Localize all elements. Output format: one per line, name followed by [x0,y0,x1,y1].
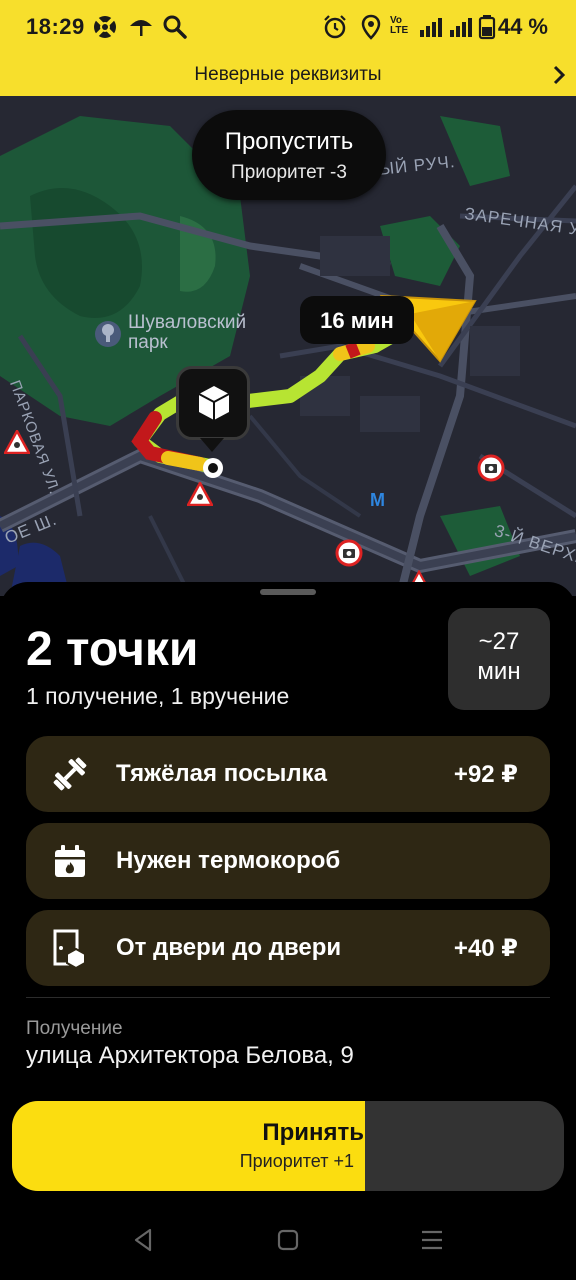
battery-percent: 44 % [497,14,548,39]
option-door-to-door[interactable]: От двери до двери +40 ₽ [26,910,550,986]
location-icon [361,14,381,40]
option-thermobox[interactable]: Нужен термокороб [26,823,550,899]
accept-priority: Приоритет +1 [239,1151,354,1171]
home-icon[interactable] [270,1222,306,1258]
skip-order-button[interactable]: Пропустить Приоритет -3 [192,110,386,200]
alarm-icon [324,15,346,39]
speed-camera-icon [477,454,505,482]
roadwork-sign-icon [187,482,213,506]
pin-pointer [200,438,224,452]
option-price: +92 ₽ [453,761,518,788]
battery-icon [478,15,496,40]
map-view[interactable]: M Шуваловский парк ЗАРЕЧНАЯ УЛ. ПАРКОВАЯ… [0,96,576,596]
order-sheet: 2 точки 1 получение, 1 вручение ~27 мин … [0,582,576,1280]
park-label-line2: парк [128,332,168,353]
option-label: Тяжёлая посылка [116,760,327,787]
order-subtitle: 1 получение, 1 вручение [26,683,290,709]
thermobox-icon [55,845,85,877]
skip-label: Пропустить [224,128,354,155]
time-value: ~27 [478,628,520,655]
banner-text: Неверные реквизиты [194,64,382,85]
status-time: 18:29 [26,14,85,39]
option-price: +40 ₽ [453,935,518,962]
chevron-right-icon [553,65,566,85]
pickup-label: Получение [26,1018,123,1039]
back-icon[interactable] [126,1222,162,1258]
park-label-line1: Шуваловский [128,312,247,333]
svg-text:M: M [370,490,385,510]
requisites-banner[interactable]: Неверные реквизиты [0,54,576,96]
dumbbell-icon [53,757,87,791]
order-title: 2 точки [26,623,199,676]
umbrella-icon [130,20,152,36]
door-parcel-icon [53,929,86,968]
option-label: Нужен термокороб [116,847,341,874]
parcel-box-icon [198,386,230,420]
pickup-parcel-pin[interactable] [176,366,250,440]
time-unit: мин [477,658,521,685]
status-bar: 18:29 Vo LTE 44 % [0,0,576,54]
volte-label: Vo LTE [390,15,409,36]
system-nav-bar [0,1200,576,1280]
sheet-drag-handle[interactable] [260,589,316,595]
pickup-address: улица Архитектора Белова, 9 [26,1042,354,1069]
option-label: От двери до двери [116,934,342,961]
accept-button[interactable]: Принять Приоритет +1 [12,1101,564,1191]
eta-text: 16 мин [320,308,394,333]
eta-badge: 16 мин [300,296,414,344]
option-heavy-parcel[interactable]: Тяжёлая посылка +92 ₽ [26,736,550,812]
skip-priority: Приоритет -3 [231,162,347,183]
signal-icon [420,18,472,37]
top-bar: 18:29 Vo LTE 44 % Неверные реквизиты [0,0,576,96]
accept-label: Принять [262,1119,364,1146]
speed-camera-icon [335,539,363,567]
menu-icon[interactable] [414,1222,450,1258]
estimated-time-box: ~27 мин [448,608,550,710]
divider [26,997,550,998]
emblem-icon [94,16,116,38]
search-icon [163,15,187,39]
